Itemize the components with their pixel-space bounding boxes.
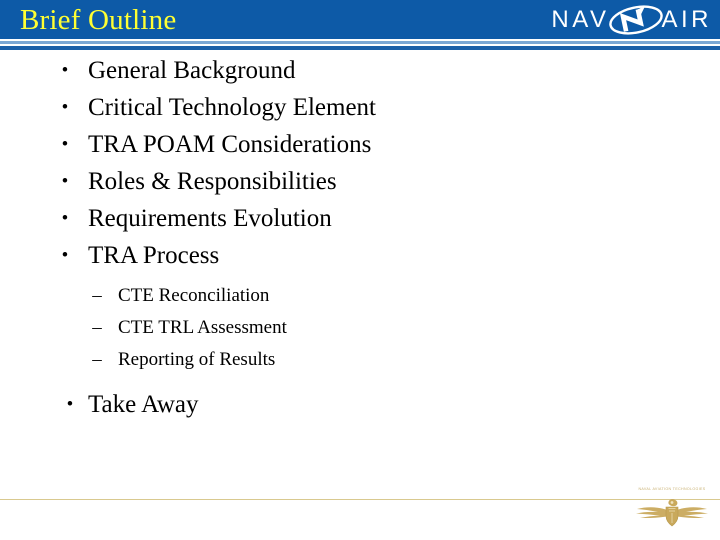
bullet-marker-icon: • xyxy=(61,97,69,118)
slide-body: • General Background • Critical Technolo… xyxy=(0,52,720,423)
list-item: • TRA POAM Considerations xyxy=(0,126,720,163)
naval-aviator-wings-icon xyxy=(634,497,710,531)
page-title: Brief Outline xyxy=(20,4,177,36)
navair-logo: NAV AIR xyxy=(551,5,712,35)
footer-emblem: NAVAL AVIATION TECHNOLOGIES xyxy=(628,487,716,537)
list-item: • Take Away xyxy=(0,386,720,423)
navair-logo-text-right: AIR xyxy=(661,6,712,33)
outline-sub-bullet-list: – CTE Reconciliation – CTE TRL Assessmen… xyxy=(0,280,720,376)
bullet-marker-icon: • xyxy=(61,134,69,155)
list-item: – Reporting of Results xyxy=(0,344,720,376)
list-item-label: TRA POAM Considerations xyxy=(88,131,372,158)
list-item: • TRA Process xyxy=(0,237,720,274)
list-item-label: Roles & Responsibilities xyxy=(88,168,337,195)
slide-header: Brief Outline NAV AIR xyxy=(0,0,720,39)
list-item: – CTE TRL Assessment xyxy=(0,312,720,344)
bullet-marker-icon: • xyxy=(61,171,69,192)
list-item-label: TRA Process xyxy=(88,242,220,269)
footer-emblem-caption: NAVAL AVIATION TECHNOLOGIES xyxy=(638,487,706,491)
outline-bullet-list: • General Background • Critical Technolo… xyxy=(0,52,720,274)
list-item: • Critical Technology Element xyxy=(0,89,720,126)
list-item-label: General Background xyxy=(88,57,296,84)
list-item: • General Background xyxy=(0,52,720,89)
dash-marker-icon: – xyxy=(92,349,102,370)
list-item-label: Take Away xyxy=(88,391,199,418)
list-item-label: Requirements Evolution xyxy=(88,205,332,232)
bullet-marker-icon: • xyxy=(61,60,69,81)
list-item: – CTE Reconciliation xyxy=(0,280,720,312)
bullet-marker-icon: • xyxy=(61,245,69,266)
navair-logo-text-left: NAV xyxy=(551,6,610,33)
list-item: • Roles & Responsibilities xyxy=(0,163,720,200)
list-item-label: Critical Technology Element xyxy=(88,94,376,121)
bullet-marker-icon: • xyxy=(66,394,74,415)
navair-swoosh-icon xyxy=(607,5,665,35)
dash-marker-icon: – xyxy=(92,317,102,338)
list-item-label: Reporting of Results xyxy=(118,349,276,370)
dash-marker-icon: – xyxy=(92,285,102,306)
list-item: • Requirements Evolution xyxy=(0,200,720,237)
footer-divider xyxy=(0,499,720,500)
list-item-label: CTE Reconciliation xyxy=(118,285,270,306)
bullet-marker-icon: • xyxy=(61,208,69,229)
list-item-label: CTE TRL Assessment xyxy=(118,317,287,338)
outline-final-bullet-list: • Take Away xyxy=(0,386,720,423)
